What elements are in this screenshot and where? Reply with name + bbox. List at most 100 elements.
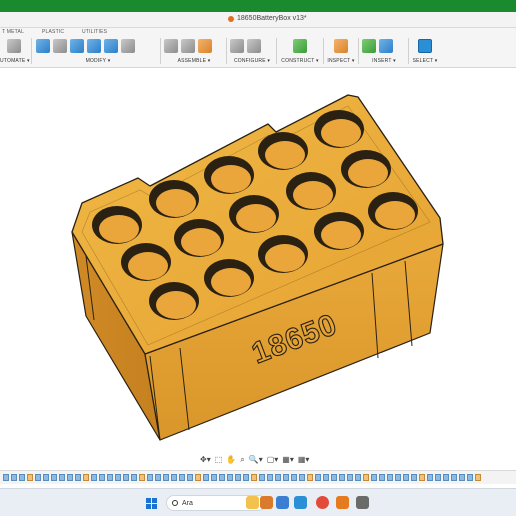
timeline-feature-icon[interactable] [91,474,97,481]
modify-label[interactable]: MODIFY ▾ [36,58,160,64]
configure-label[interactable]: CONFIGURE ▾ [230,58,274,64]
timeline-feature-icon[interactable] [379,474,385,481]
offset-plane-icon[interactable] [293,39,307,53]
timeline-feature-icon[interactable] [187,474,193,481]
joint-icon[interactable] [164,39,178,53]
windows-start-icon[interactable] [146,498,157,509]
fusion-360-icon[interactable] [336,496,349,509]
grid-settings-icon[interactable]: ▦▾ [282,454,294,466]
timeline-feature-icon[interactable] [339,474,345,481]
tab-sheet-metal[interactable]: T METAL [2,29,24,35]
change-parameters-icon[interactable] [230,39,244,53]
task-view-icon[interactable] [294,496,307,509]
select-cursor-icon[interactable] [418,39,432,53]
select-group[interactable]: SELECT ▾ [411,36,439,66]
timeline-feature-icon[interactable] [355,474,361,481]
timeline-feature-icon[interactable] [331,474,337,481]
timeline-feature-icon[interactable] [179,474,185,481]
timeline-feature-icon[interactable] [475,474,481,481]
taskbar-search-text[interactable]: Ara [182,500,193,507]
timeline-feature-icon[interactable] [427,474,433,481]
construct-label[interactable]: CONSTRUCT ▾ [280,58,320,64]
automate-group[interactable]: UTOMATE ▾ [0,36,29,66]
timeline-feature-icon[interactable] [291,474,297,481]
assemble-group[interactable]: ASSEMBLE ▾ [164,36,224,66]
timeline-feature-icon[interactable] [299,474,305,481]
timeline-feature-icon[interactable] [171,474,177,481]
timeline-feature-icon[interactable] [275,474,281,481]
timeline-feature-icon[interactable] [235,474,241,481]
insert-label[interactable]: INSERT ▾ [362,58,406,64]
timeline-feature-icon[interactable] [163,474,169,481]
teams-icon[interactable] [276,496,289,509]
scale-icon[interactable] [104,39,118,53]
timeline-feature-icon[interactable] [27,474,33,481]
timeline-feature-icon[interactable] [403,474,409,481]
timeline-feature-icon[interactable] [19,474,25,481]
as-built-joint-icon[interactable] [181,39,195,53]
timeline-feature-icon[interactable] [59,474,65,481]
modify-group[interactable]: MODIFY ▾ [36,36,160,66]
timeline-feature-icon[interactable] [155,474,161,481]
timeline-feature-icon[interactable] [83,474,89,481]
timeline-feature-icon[interactable] [107,474,113,481]
timeline-feature-icon[interactable] [323,474,329,481]
fit-icon[interactable]: 🔍▾ [249,454,263,466]
timeline-feature-icon[interactable] [467,474,473,481]
timeline-feature-icon[interactable] [459,474,465,481]
new-component-icon[interactable] [198,39,212,53]
timeline-feature-icon[interactable] [371,474,377,481]
pan-icon[interactable]: ✋ [226,454,236,466]
assemble-label[interactable]: ASSEMBLE ▾ [164,58,224,64]
insert-group[interactable]: INSERT ▾ [362,36,406,66]
timeline-feature-icon[interactable] [435,474,441,481]
shell-icon[interactable] [70,39,84,53]
timeline-feature-icon[interactable] [43,474,49,481]
select-label[interactable]: SELECT ▾ [411,58,439,64]
timeline-feature-icon[interactable] [259,474,265,481]
timeline-feature-icon[interactable] [75,474,81,481]
timeline-feature-icon[interactable] [363,474,369,481]
timeline-feature-icon[interactable] [347,474,353,481]
timeline-feature-icon[interactable] [451,474,457,481]
timeline-feature-icon[interactable] [243,474,249,481]
timeline-feature-icon[interactable] [11,474,17,481]
automate-icon[interactable] [7,39,21,53]
press-pull-icon[interactable] [36,39,50,53]
insert-canvas-icon[interactable] [379,39,393,53]
timeline-feature-icon[interactable] [115,474,121,481]
tab-plastic[interactable]: PLASTIC [42,29,64,35]
tab-utilities[interactable]: UTILITIES [82,29,107,35]
orbit-icon[interactable]: ✥▾ [200,454,211,466]
timeline-feature-icon[interactable] [3,474,9,481]
automate-label[interactable]: UTOMATE ▾ [0,58,29,64]
configuration-table-icon[interactable] [247,39,261,53]
zoom-icon[interactable]: ⌕ [240,454,244,466]
move-icon[interactable] [121,39,135,53]
combine-icon[interactable] [87,39,101,53]
timeline-feature-icon[interactable] [283,474,289,481]
inspect-label[interactable]: INSPECT ▾ [326,58,356,64]
timeline-feature-icon[interactable] [67,474,73,481]
feature-timeline[interactable] [0,470,516,484]
timeline-feature-icon[interactable] [315,474,321,481]
construct-group[interactable]: CONSTRUCT ▾ [280,36,320,66]
timeline-feature-icon[interactable] [35,474,41,481]
fillet-icon[interactable] [53,39,67,53]
document-tab[interactable]: 18650BatteryBox v13* [228,15,307,22]
timeline-feature-icon[interactable] [51,474,57,481]
app-icon[interactable] [356,496,369,509]
display-settings-icon[interactable]: ▢▾ [267,454,279,466]
timeline-feature-icon[interactable] [131,474,137,481]
widget-icon[interactable] [260,496,273,509]
timeline-feature-icon[interactable] [203,474,209,481]
battery-box-model[interactable]: 18650 [0,69,516,451]
timeline-feature-icon[interactable] [139,474,145,481]
timeline-feature-icon[interactable] [123,474,129,481]
timeline-feature-icon[interactable] [219,474,225,481]
viewports-icon[interactable]: ▦▾ [298,454,310,466]
timeline-feature-icon[interactable] [251,474,257,481]
insert-derive-icon[interactable] [362,39,376,53]
design-canvas[interactable]: 18650 [0,69,516,451]
timeline-feature-icon[interactable] [395,474,401,481]
